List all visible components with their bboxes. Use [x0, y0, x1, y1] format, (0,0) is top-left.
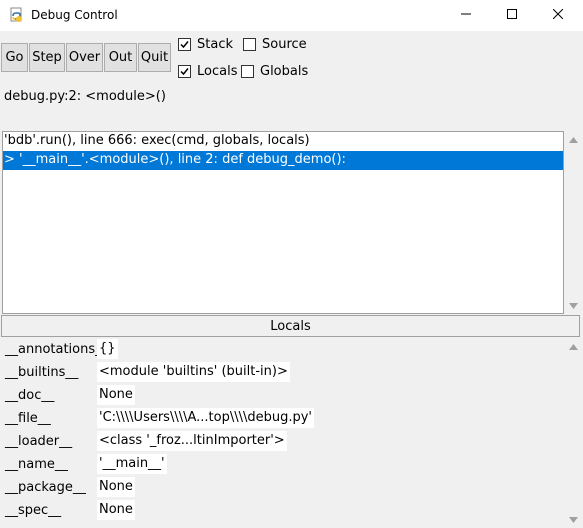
checkbox-checked-icon	[178, 65, 191, 78]
variable-name: __doc__	[5, 388, 55, 403]
variable-name: __annotations__	[5, 342, 109, 357]
locals-row: __spec__ None	[0, 499, 564, 522]
locals-row: __builtins__ <module 'builtins' (built-i…	[0, 361, 564, 384]
variable-name: __package__	[5, 480, 86, 495]
checkbox-checked-icon	[178, 38, 191, 51]
scroll-down-icon[interactable]	[565, 511, 582, 528]
step-button[interactable]: Step	[29, 43, 65, 72]
close-button[interactable]	[535, 0, 581, 31]
minimize-button[interactable]	[443, 0, 489, 31]
python-idle-icon	[9, 7, 25, 23]
variable-name: __spec__	[5, 503, 62, 518]
locals-scrollbar[interactable]	[565, 338, 582, 528]
out-button[interactable]: Out	[104, 43, 137, 72]
locals-row: __doc__ None	[0, 384, 564, 407]
locals-header: Locals	[1, 315, 580, 337]
variable-value: <module 'builtins' (built-in)>	[97, 362, 290, 382]
stack-listbox[interactable]: 'bdb'.run(), line 666: exec(cmd, globals…	[2, 131, 564, 314]
maximize-button[interactable]	[489, 0, 535, 31]
variable-value: '__main__'	[97, 454, 167, 474]
minimize-icon	[461, 8, 471, 23]
scroll-up-icon[interactable]	[565, 338, 582, 355]
variable-value: {}	[97, 339, 118, 359]
locals-checkbox-label: Locals	[197, 64, 238, 79]
checkbox-unchecked-icon	[243, 38, 256, 51]
source-checkbox-label: Source	[262, 37, 307, 52]
maximize-icon	[507, 8, 517, 23]
variable-value: 'C:\\\\Users\\\\A...top\\\\debug.py'	[97, 408, 315, 428]
close-icon	[552, 8, 564, 23]
stack-row-selected[interactable]: > '__main__'.<module>(), line 2: def deb…	[3, 151, 563, 170]
locals-row: __package__ None	[0, 476, 564, 499]
stack-scrollbar[interactable]	[565, 131, 582, 314]
stack-checkbox-label: Stack	[197, 37, 233, 52]
variable-name: __builtins__	[5, 365, 79, 380]
stack-row[interactable]: 'bdb'.run(), line 666: exec(cmd, globals…	[3, 132, 563, 151]
debug-control-window: Go Step Over Out Quit Stack Source Local…	[0, 31, 583, 528]
status-label: debug.py:2: <module>()	[4, 89, 166, 104]
quit-button[interactable]: Quit	[138, 43, 171, 72]
locals-row: __loader__ <class '_froz...ltinImporter'…	[0, 430, 564, 453]
variable-value: None	[97, 385, 135, 405]
stack-checkbox[interactable]: Stack	[178, 37, 233, 52]
variable-name: __loader__	[5, 434, 73, 449]
locals-row: __file__ 'C:\\\\Users\\\\A...top\\\\debu…	[0, 407, 564, 430]
variable-name: __file__	[5, 411, 51, 426]
locals-row: __annotations__ {}	[0, 338, 564, 361]
locals-list: __annotations__ {} __builtins__ <module …	[0, 338, 564, 528]
title-bar: Debug Control	[0, 0, 583, 31]
variable-value: None	[97, 500, 135, 520]
locals-row: __name__ '__main__'	[0, 453, 564, 476]
locals-checkbox[interactable]: Locals	[178, 64, 237, 79]
variable-value: <class '_froz...ltinImporter'>	[97, 431, 287, 451]
checkbox-unchecked-icon	[241, 65, 254, 78]
over-button[interactable]: Over	[66, 43, 103, 72]
variable-value: None	[97, 477, 135, 497]
variable-name: __name__	[5, 457, 68, 472]
go-button[interactable]: Go	[1, 43, 28, 72]
globals-checkbox[interactable]: Globals	[241, 64, 308, 79]
scroll-up-icon[interactable]	[565, 131, 582, 148]
globals-checkbox-label: Globals	[260, 64, 309, 79]
scroll-down-icon[interactable]	[565, 297, 582, 314]
source-checkbox[interactable]: Source	[243, 37, 307, 52]
window-title: Debug Control	[31, 8, 118, 22]
